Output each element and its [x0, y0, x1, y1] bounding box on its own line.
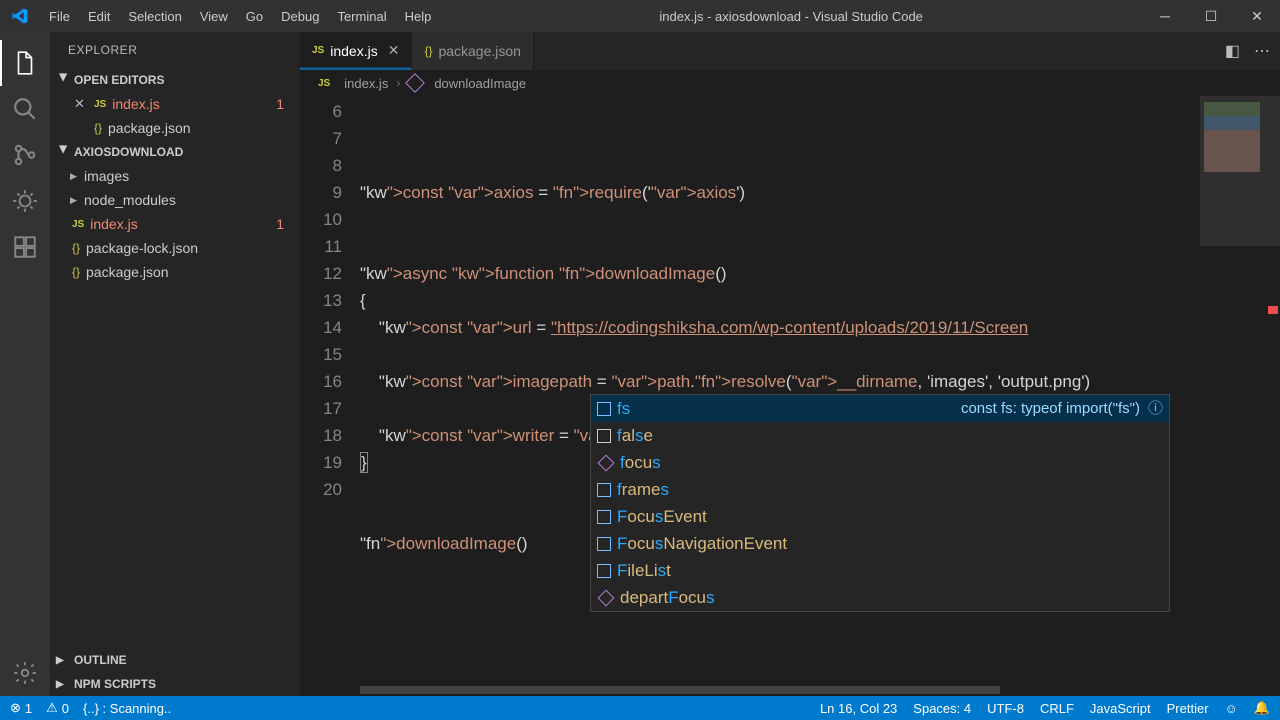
folder-item[interactable]: ▶node_modules	[50, 188, 300, 212]
vscode-logo-icon	[0, 7, 40, 25]
suggest-item[interactable]: FocusNavigationEvent	[591, 530, 1169, 557]
project-header[interactable]: ▶AXIOSDOWNLOAD	[50, 140, 300, 164]
error-badge: 1	[276, 96, 284, 112]
js-file-icon: JS	[72, 219, 84, 230]
maximize-icon[interactable]: ☐	[1188, 0, 1234, 32]
notifications-icon[interactable]: 🔔	[1254, 700, 1270, 716]
js-file-icon: JS	[312, 45, 324, 56]
menu-selection[interactable]: Selection	[119, 9, 190, 24]
chevron-right-icon: ▶	[70, 171, 82, 182]
method-icon	[405, 73, 425, 93]
scanning-status: {..} : Scanning..	[83, 701, 171, 716]
menu-view[interactable]: View	[191, 9, 237, 24]
indentation[interactable]: Spaces: 4	[913, 701, 971, 716]
settings-icon[interactable]	[0, 650, 50, 696]
close-icon[interactable]: ✕	[388, 42, 400, 59]
close-icon[interactable]: ✕	[74, 96, 90, 112]
file-item[interactable]: JSindex.js1	[50, 212, 300, 236]
explorer-icon[interactable]	[0, 40, 50, 86]
sidebar-title: EXPLORER	[50, 32, 300, 68]
suggest-item[interactable]: departFocus	[591, 584, 1169, 611]
status-bar: ⊗ 1 ⚠ 0 {..} : Scanning.. Ln 16, Col 23 …	[0, 696, 1280, 720]
open-editors-header[interactable]: ▶OPEN EDITORS	[50, 68, 300, 92]
js-file-icon: JS	[318, 78, 330, 89]
breadcrumb[interactable]: JS index.js › downloadImage	[300, 70, 1280, 96]
chevron-down-icon: ▶	[58, 145, 69, 159]
code-editor[interactable]: 67891011121314151617181920 "kw">const "v…	[300, 96, 1280, 684]
prettier-status[interactable]: Prettier	[1167, 701, 1209, 716]
encoding[interactable]: UTF-8	[987, 701, 1024, 716]
open-editor-item[interactable]: ✕JSindex.js1	[50, 92, 300, 116]
more-icon[interactable]: ⋯	[1254, 41, 1270, 61]
menu-debug[interactable]: Debug	[272, 9, 328, 24]
line-gutter: 67891011121314151617181920	[300, 96, 360, 684]
eol[interactable]: CRLF	[1040, 701, 1074, 716]
menu-help[interactable]: Help	[396, 9, 441, 24]
chevron-right-icon: ▶	[56, 655, 70, 666]
problems-errors[interactable]: ⊗ 1	[10, 700, 32, 716]
menu-go[interactable]: Go	[237, 9, 272, 24]
minimap[interactable]	[1200, 96, 1280, 684]
autocomplete-popup[interactable]: fsconst fs: typeof import("fs")ⓘfalsefoc…	[590, 394, 1170, 612]
activity-bar	[0, 32, 50, 696]
feedback-icon[interactable]: ☺	[1225, 701, 1238, 716]
problems-warnings[interactable]: ⚠ 0	[46, 700, 69, 716]
menu-bar: File Edit Selection View Go Debug Termin…	[40, 9, 440, 24]
cursor-position[interactable]: Ln 16, Col 23	[820, 701, 897, 716]
js-file-icon: JS	[94, 99, 106, 110]
breadcrumb-file[interactable]: index.js	[344, 76, 388, 91]
tab-packagejson[interactable]: {}package.json	[412, 32, 534, 70]
open-editor-item[interactable]: {}package.json	[50, 116, 300, 140]
chevron-right-icon: ▶	[70, 195, 82, 206]
menu-terminal[interactable]: Terminal	[328, 9, 395, 24]
split-editor-icon[interactable]: ◧	[1225, 41, 1240, 61]
source-control-icon[interactable]	[0, 132, 50, 178]
language-mode[interactable]: JavaScript	[1090, 701, 1151, 716]
json-file-icon: {}	[424, 44, 432, 58]
editor: JSindex.js✕ {}package.json ◧ ⋯ JS index.…	[300, 32, 1280, 696]
search-icon[interactable]	[0, 86, 50, 132]
chevron-right-icon: ›	[396, 76, 400, 90]
error-badge: 1	[276, 216, 284, 232]
chevron-down-icon: ▶	[58, 73, 69, 87]
close-icon[interactable]: ✕	[1234, 0, 1280, 32]
suggest-item[interactable]: FileList	[591, 557, 1169, 584]
horizontal-scrollbar[interactable]	[300, 684, 1280, 696]
window-title: index.js - axiosdownload - Visual Studio…	[440, 9, 1142, 24]
window-controls: ─ ☐ ✕	[1142, 0, 1280, 32]
folder-item[interactable]: ▶images	[50, 164, 300, 188]
outline-header[interactable]: ▶OUTLINE	[50, 648, 300, 672]
debug-icon[interactable]	[0, 178, 50, 224]
json-file-icon: {}	[72, 241, 80, 255]
breadcrumb-symbol[interactable]: downloadImage	[434, 76, 526, 91]
suggest-item[interactable]: focus	[591, 449, 1169, 476]
tab-indexjs[interactable]: JSindex.js✕	[300, 32, 412, 70]
json-file-icon: {}	[72, 265, 80, 279]
file-item[interactable]: {}package.json	[50, 260, 300, 284]
suggest-item[interactable]: fsconst fs: typeof import("fs")ⓘ	[591, 395, 1169, 422]
menu-edit[interactable]: Edit	[79, 9, 119, 24]
code-content[interactable]: "kw">const "var">axios = "fn">require('"…	[360, 96, 1280, 684]
chevron-right-icon: ▶	[56, 679, 70, 690]
file-item[interactable]: {}package-lock.json	[50, 236, 300, 260]
minimize-icon[interactable]: ─	[1142, 0, 1188, 32]
menu-file[interactable]: File	[40, 9, 79, 24]
suggest-item[interactable]: frames	[591, 476, 1169, 503]
npm-scripts-header[interactable]: ▶NPM SCRIPTS	[50, 672, 300, 696]
json-file-icon: {}	[94, 121, 102, 135]
suggest-item[interactable]: false	[591, 422, 1169, 449]
suggest-item[interactable]: FocusEvent	[591, 503, 1169, 530]
sidebar: EXPLORER ▶OPEN EDITORS ✕ JSindex.js1 {}pa…	[50, 32, 300, 696]
extensions-icon[interactable]	[0, 224, 50, 270]
titlebar: File Edit Selection View Go Debug Termin…	[0, 0, 1280, 32]
tab-bar: JSindex.js✕ {}package.json ◧ ⋯	[300, 32, 1280, 70]
